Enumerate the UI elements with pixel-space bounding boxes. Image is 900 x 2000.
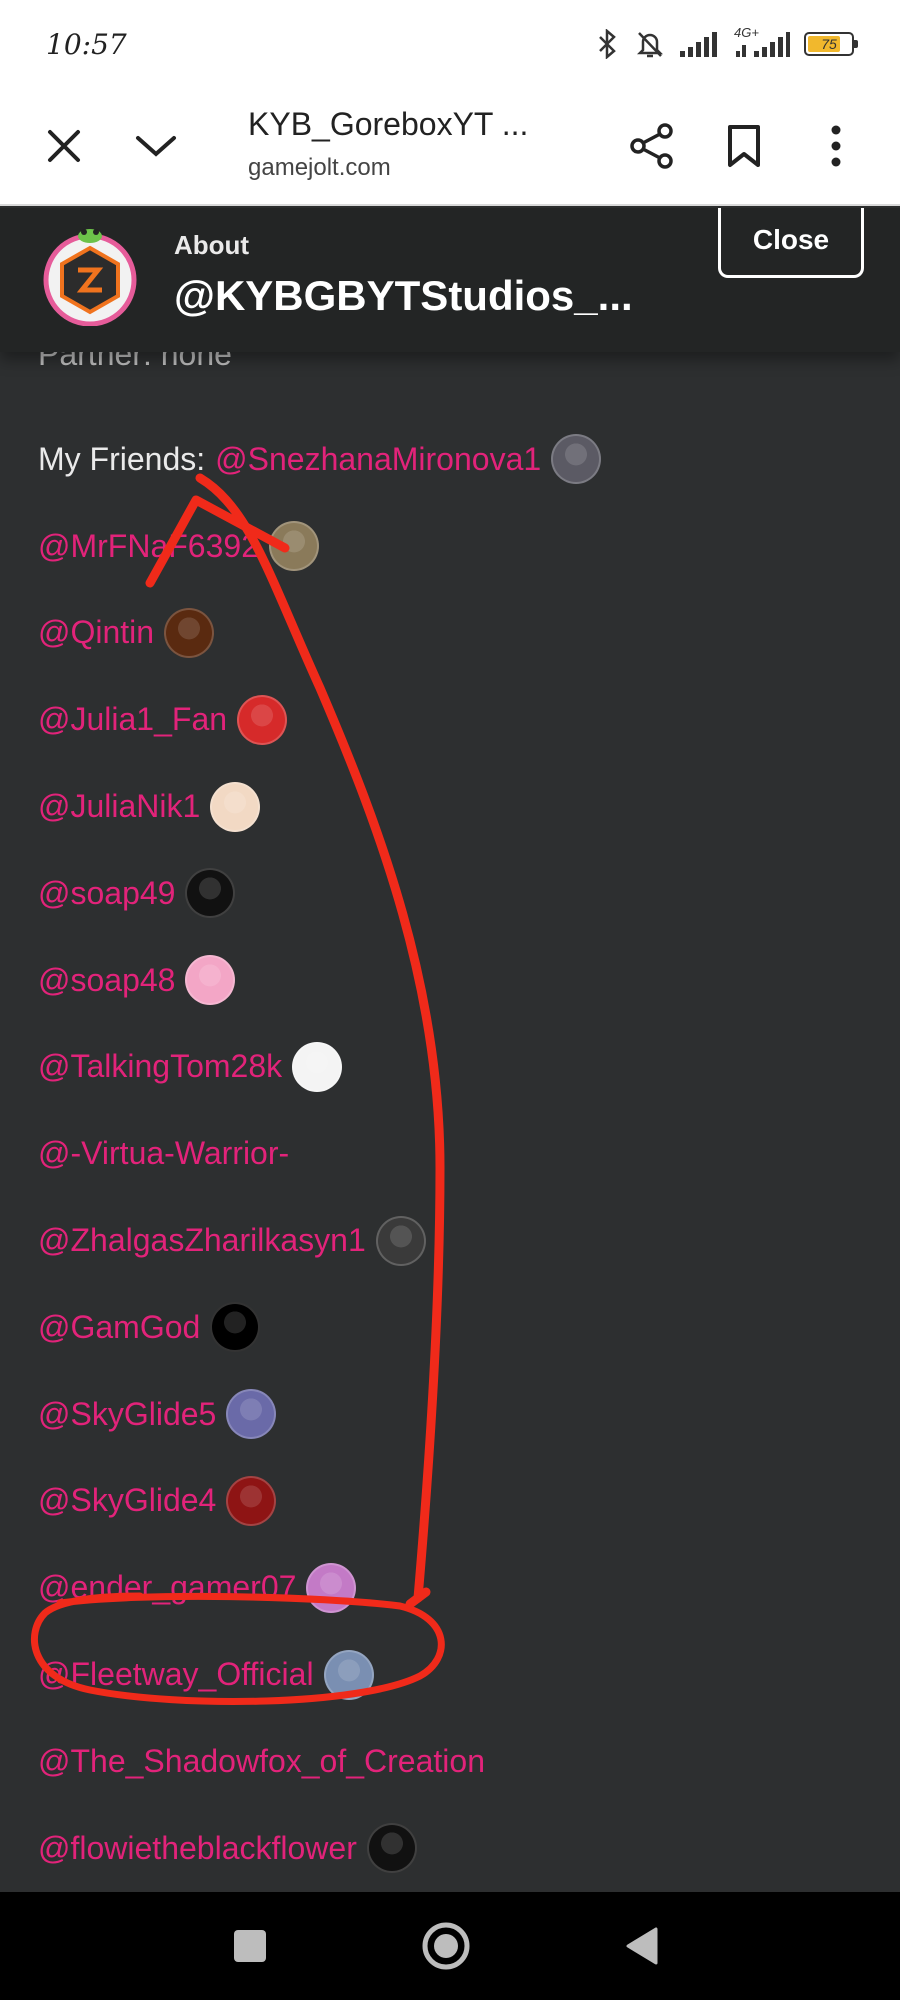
recent-apps-button[interactable] <box>220 1916 280 1976</box>
about-panel: About @KYBGBYTStudios_... Close Partner:… <box>0 208 900 1892</box>
friend-avatar[interactable] <box>268 521 319 572</box>
back-button[interactable] <box>612 1916 672 1976</box>
friend-row: @Qintin <box>38 590 858 677</box>
friend-mention-link[interactable]: @soap48 <box>38 962 175 999</box>
about-username: @KYBGBYTStudios_... <box>174 272 633 319</box>
friend-row: @Fleetway_Official <box>38 1631 858 1718</box>
home-button[interactable] <box>416 1916 476 1976</box>
friend-mention-link[interactable]: @-Virtua-Warrior- <box>38 1135 289 1172</box>
minimize-button[interactable] <box>128 118 184 174</box>
friend-mention-link[interactable]: @The_Shadowfox_of_Creation <box>38 1743 485 1780</box>
friend-avatar[interactable] <box>210 1302 261 1353</box>
friend-mention-link[interactable]: @Fleetway_Official <box>38 1656 314 1693</box>
friend-avatar[interactable] <box>210 781 261 832</box>
friend-row: My Friends: @SnezhanaMironova1 <box>38 416 858 503</box>
friend-mention-link[interactable]: @GamGod <box>38 1309 200 1346</box>
friend-avatar[interactable] <box>366 1823 417 1874</box>
friend-avatar[interactable] <box>164 607 215 658</box>
status-icons: 4G+ 75 <box>594 25 858 60</box>
friend-row: @-Virtua-Warrior- <box>38 1110 858 1197</box>
mute-bell-icon <box>636 32 664 58</box>
share-button[interactable] <box>624 118 680 174</box>
more-vertical-icon <box>831 125 841 167</box>
friend-avatar[interactable] <box>375 1215 426 1266</box>
about-label: About <box>174 230 250 260</box>
bookmark-icon <box>728 125 760 167</box>
system-nav-bar <box>0 1892 900 2000</box>
signal-icon <box>680 32 717 57</box>
friend-mention-link[interactable]: @flowietheblackflower <box>38 1830 357 1867</box>
friend-avatar[interactable] <box>185 955 236 1006</box>
profile-avatar[interactable] <box>42 226 138 327</box>
close-button[interactable]: Close <box>718 208 864 278</box>
friend-row: @JuliaNik1 <box>38 763 858 850</box>
browser-toolbar: KYB_GoreboxYT ... gamejolt.com <box>0 88 900 206</box>
friend-row: @ZhalgasZharilkasyn1 <box>38 1197 858 1284</box>
friend-mention-link[interactable]: @ender_gamer07 <box>38 1569 296 1606</box>
bookmark-button[interactable] <box>716 118 772 174</box>
friends-list: My Friends: @SnezhanaMironova1 @MrFNaF6392… <box>38 416 858 1892</box>
bluetooth-icon <box>599 29 616 59</box>
friend-avatar[interactable] <box>306 1562 357 1613</box>
about-header: About @KYBGBYTStudios_... Close <box>0 208 900 352</box>
status-bar: 10:57 4G+ 75 <box>0 0 900 88</box>
back-triangle-icon <box>626 1927 658 1965</box>
chevron-down-icon <box>136 136 176 157</box>
share-icon <box>630 123 673 169</box>
more-options-button[interactable] <box>808 118 864 174</box>
friend-mention-link[interactable]: @Julia1_Fan <box>38 701 227 738</box>
friend-row: @SkyGlide4 <box>38 1458 858 1545</box>
friend-mention-link[interactable]: @TalkingTom28k <box>38 1048 282 1085</box>
friend-row: @GamGod <box>38 1284 858 1371</box>
friend-avatar[interactable] <box>551 434 602 485</box>
friend-mention-link[interactable]: @JuliaNik1 <box>38 788 200 825</box>
friend-mention-link[interactable]: @Qintin <box>38 614 154 651</box>
friend-mention-link[interactable]: @MrFNaF6392 <box>38 528 259 565</box>
signal-4g-icon: 4G+ <box>734 25 790 59</box>
friend-avatar[interactable] <box>226 1475 277 1526</box>
friend-avatar[interactable] <box>323 1649 374 1700</box>
friend-row: @flowietheblackflower <box>38 1805 858 1892</box>
page-domain[interactable]: gamejolt.com <box>248 154 391 182</box>
friend-row: @The_Shadowfox_of_Creation <box>38 1718 858 1805</box>
page-title[interactable]: KYB_GoreboxYT ... <box>248 106 528 143</box>
close-icon <box>48 130 80 162</box>
friend-avatar[interactable] <box>226 1389 277 1440</box>
friend-avatar[interactable] <box>237 694 288 745</box>
friends-prefix: My Friends: <box>38 440 206 477</box>
square-icon <box>234 1930 266 1962</box>
battery-icon: 75 <box>804 32 858 56</box>
friend-row: @MrFNaF6392 <box>38 503 858 590</box>
friend-mention-link[interactable]: @SkyGlide4 <box>38 1482 216 1519</box>
friend-avatar[interactable] <box>185 868 236 919</box>
home-circle-icon <box>422 1922 470 1970</box>
friend-mention-link[interactable]: @SnezhanaMironova1 <box>215 441 541 478</box>
friend-mention-link[interactable]: @SkyGlide5 <box>38 1396 216 1433</box>
friend-row: @soap48 <box>38 937 858 1024</box>
friend-row: @ender_gamer07 <box>38 1544 858 1631</box>
friend-mention-link[interactable]: @soap49 <box>38 875 175 912</box>
status-time: 10:57 <box>46 27 127 61</box>
friend-avatar[interactable] <box>292 1041 343 1092</box>
close-tab-button[interactable] <box>36 118 92 174</box>
friend-row: @soap49 <box>38 850 858 937</box>
friend-row: @SkyGlide5 <box>38 1371 858 1458</box>
battery-level: 75 <box>821 36 837 52</box>
friend-mention-link[interactable]: @ZhalgasZharilkasyn1 <box>38 1222 366 1259</box>
friend-row: @Julia1_Fan <box>38 676 858 763</box>
friend-row: @TalkingTom28k <box>38 1024 858 1111</box>
